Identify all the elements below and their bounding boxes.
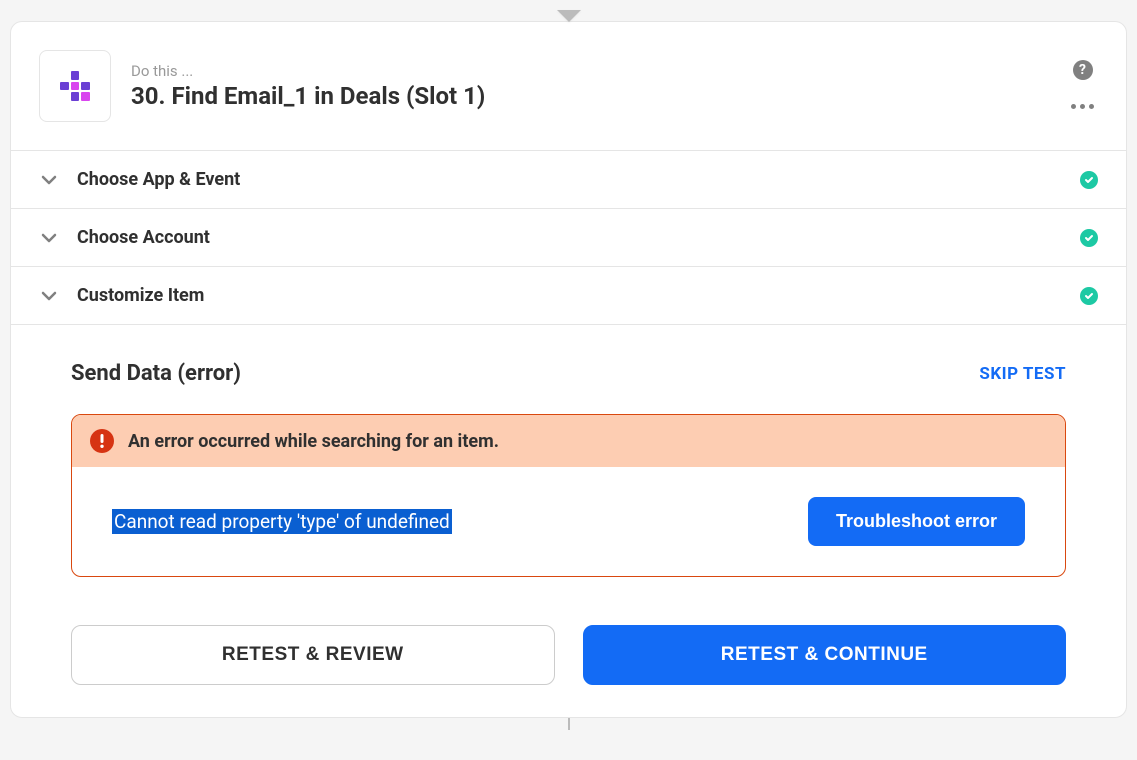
section-label: Customize Item	[77, 285, 1080, 306]
error-message: Cannot read property 'type' of undefined	[112, 509, 452, 534]
error-header: An error occurred while searching for an…	[72, 415, 1065, 467]
more-menu-icon[interactable]	[1067, 100, 1098, 113]
troubleshoot-button[interactable]: Troubleshoot error	[808, 497, 1025, 546]
chevron-down-icon	[39, 170, 59, 190]
send-data-title: Send Data (error)	[71, 361, 241, 386]
check-icon	[1080, 229, 1098, 247]
step-header: Do this ... 30. Find Email_1 in Deals (S…	[11, 22, 1126, 151]
check-icon	[1080, 287, 1098, 305]
section-label: Choose App & Event	[77, 169, 1080, 190]
step-card: Do this ... 30. Find Email_1 in Deals (S…	[10, 21, 1127, 718]
flow-connector-bottom	[10, 718, 1127, 730]
section-label: Choose Account	[77, 227, 1080, 248]
check-icon	[1080, 171, 1098, 189]
error-icon	[90, 429, 114, 453]
error-box: An error occurred while searching for an…	[71, 414, 1066, 577]
error-title: An error occurred while searching for an…	[128, 431, 499, 452]
send-data-section: Send Data (error) SKIP TEST An error occ…	[11, 325, 1126, 717]
section-choose-account[interactable]: Choose Account	[11, 209, 1126, 267]
step-subtitle: Do this ...	[131, 62, 1047, 80]
step-title: 30. Find Email_1 in Deals (Slot 1)	[131, 82, 1047, 110]
section-customize-item[interactable]: Customize Item	[11, 267, 1126, 325]
chevron-down-icon	[39, 286, 59, 306]
skip-test-link[interactable]: SKIP TEST	[979, 364, 1066, 384]
chevron-down-icon	[39, 228, 59, 248]
retest-review-button[interactable]: RETEST & REVIEW	[71, 625, 555, 685]
app-icon	[39, 50, 111, 122]
help-icon[interactable]: ?	[1073, 60, 1093, 80]
retest-continue-button[interactable]: RETEST & CONTINUE	[583, 625, 1067, 685]
section-choose-app-event[interactable]: Choose App & Event	[11, 151, 1126, 209]
